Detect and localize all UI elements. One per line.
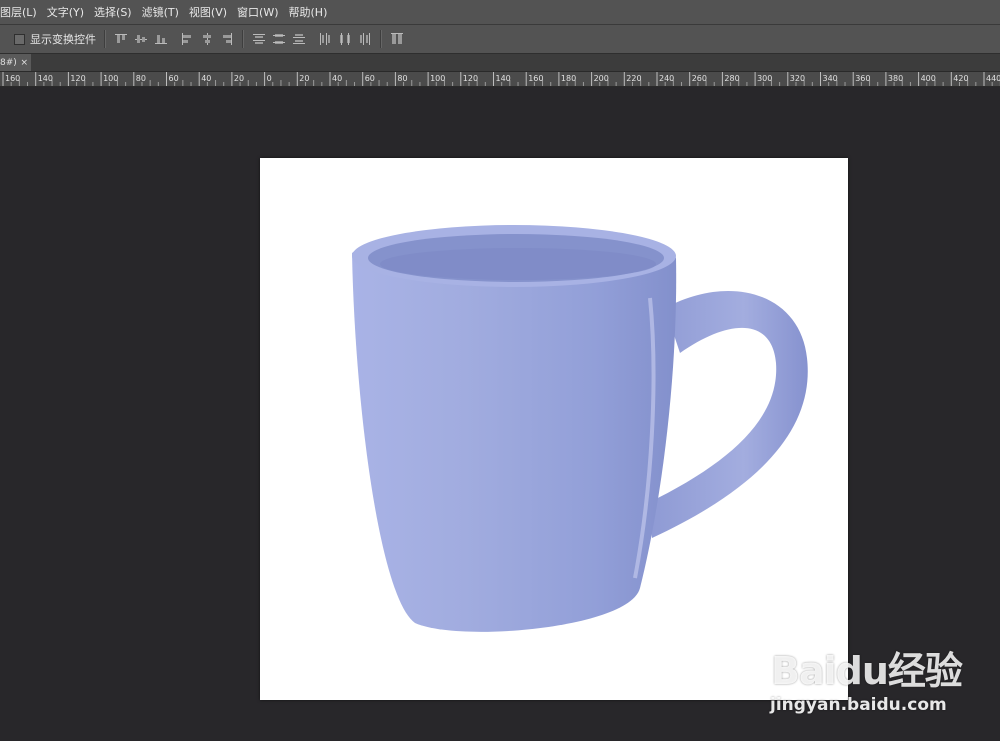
menu-filter[interactable]: 滤镜(T)	[142, 4, 187, 20]
ruler-label: 300	[757, 74, 772, 83]
menu-help[interactable]: 帮助(H)	[289, 4, 336, 20]
document-tab-title: 8#)	[0, 57, 17, 68]
menu-type[interactable]: 文字(Y)	[47, 4, 92, 20]
document-tab[interactable]: 8#) ×	[0, 54, 31, 71]
ruler-label: 20	[299, 74, 309, 83]
distribute-hcenter-icon[interactable]	[338, 32, 352, 46]
align-horizontal-centers-icon[interactable]	[200, 32, 214, 46]
ruler-label: 40	[332, 74, 342, 83]
watermark-url: jingyan.baidu.com	[770, 695, 947, 715]
ruler-label: 140	[496, 74, 511, 83]
horizontal-ruler: 160 140 120 100 80 60 40 20 0 20 40 60 80 100 120 140 16…	[0, 72, 1000, 87]
show-transform-checkbox[interactable]	[14, 33, 25, 45]
ruler-label: 160	[528, 74, 543, 83]
align-right-edges-icon[interactable]	[220, 32, 234, 46]
distribute-right-icon[interactable]	[358, 32, 372, 46]
menu-window[interactable]: 窗口(W)	[237, 4, 286, 20]
ruler-label: 260	[692, 74, 707, 83]
ruler-label: 280	[724, 74, 739, 83]
ruler-label: 440	[986, 74, 1000, 83]
align-horizontal-group	[180, 32, 234, 46]
ruler-label: 0	[267, 74, 272, 83]
baidu-jingyan-logo: Baidu经验	[771, 649, 963, 693]
align-left-edges-icon[interactable]	[180, 32, 194, 46]
menu-select[interactable]: 选择(S)	[94, 4, 140, 20]
ruler-label: 40	[201, 74, 211, 83]
mug-body	[352, 229, 677, 632]
align-bottom-edges-icon[interactable]	[154, 32, 168, 46]
close-icon[interactable]: ×	[20, 58, 28, 68]
distribute-horizontal-group	[318, 32, 372, 46]
menu-layer[interactable]: 图层(L)	[0, 4, 45, 20]
distribute-bottom-icon[interactable]	[292, 32, 306, 46]
ruler-label: 240	[659, 74, 674, 83]
distribute-vertical-group	[252, 32, 306, 46]
ruler-label: 340	[823, 74, 838, 83]
options-divider	[380, 30, 382, 48]
ruler-label: 100	[103, 74, 118, 83]
ruler-label: 80	[397, 74, 407, 83]
ruler-label: 60	[169, 74, 179, 83]
ruler-label: 320	[790, 74, 805, 83]
ruler-label: 160	[5, 74, 20, 83]
ruler-label: 380	[888, 74, 903, 83]
show-transform-label: 显示变换控件	[30, 33, 96, 46]
distribute-left-icon[interactable]	[318, 32, 332, 46]
ruler-label: 80	[136, 74, 146, 83]
distribute-top-icon[interactable]	[252, 32, 266, 46]
ruler-label: 20	[234, 74, 244, 83]
ruler-label: 360	[855, 74, 870, 83]
ruler-label: 60	[365, 74, 375, 83]
options-bar: 显示变换控件	[0, 25, 1000, 54]
ruler-label: 140	[38, 74, 53, 83]
ruler-label: 200	[594, 74, 609, 83]
ruler-label: 220	[626, 74, 641, 83]
document-tab-bar: 8#) ×	[0, 54, 1000, 72]
menu-view[interactable]: 视图(V)	[189, 4, 235, 20]
options-divider	[104, 30, 106, 48]
ruler-label: 400	[921, 74, 936, 83]
ruler-label: 180	[561, 74, 576, 83]
align-vertical-group	[114, 32, 168, 46]
ruler-label: 420	[953, 74, 968, 83]
align-vertical-centers-icon[interactable]	[134, 32, 148, 46]
align-top-edges-icon[interactable]	[114, 32, 128, 46]
mug-image	[352, 225, 808, 632]
ruler-label: 120	[463, 74, 478, 83]
ruler-label: 120	[70, 74, 85, 83]
document-canvas[interactable]	[260, 158, 848, 700]
auto-align-icon[interactable]	[390, 32, 404, 46]
options-divider	[242, 30, 244, 48]
menu-bar: 图层(L) 文字(Y) 选择(S) 滤镜(T) 视图(V) 窗口(W) 帮助(H…	[0, 0, 1000, 25]
ruler-label: 100	[430, 74, 445, 83]
distribute-center-icon[interactable]	[272, 32, 286, 46]
